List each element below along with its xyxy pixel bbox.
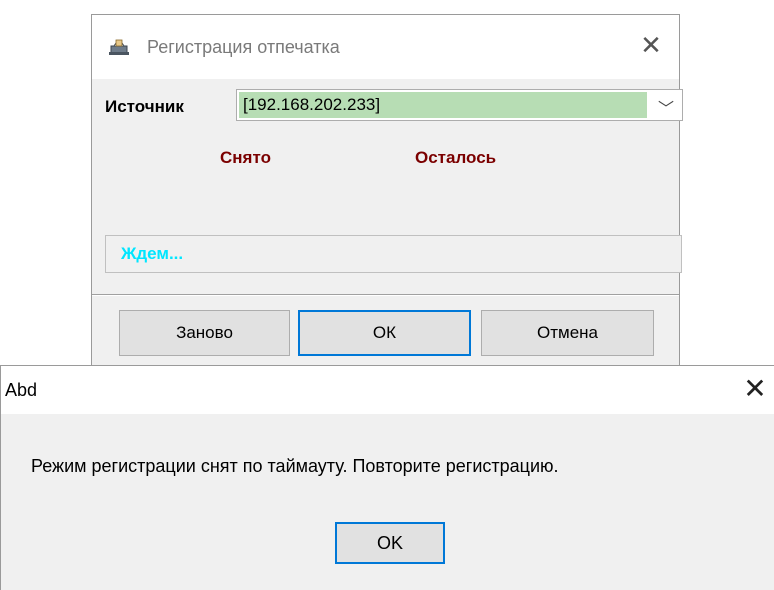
source-dropdown[interactable]: [192.168.202.233] ﹀ <box>236 89 683 121</box>
close-icon[interactable]: ✕ <box>739 372 771 406</box>
status-text: Ждем... <box>121 244 184 263</box>
registration-window-title: Регистрация отпечатка <box>147 37 340 57</box>
ok-button[interactable]: ОК <box>298 310 471 356</box>
message-box-titlebar[interactable]: Abd ✕ <box>1 366 774 414</box>
message-box-title: Abd <box>5 380 38 400</box>
message-box: Abd ✕ Режим регистрации снят по таймауту… <box>0 365 774 590</box>
fingerprint-scanner-icon <box>108 36 130 56</box>
chevron-down-icon[interactable]: ﹀ <box>658 95 674 119</box>
close-icon[interactable]: ✕ <box>637 31 665 59</box>
message-text: Режим регистрации снят по таймауту. Повт… <box>31 456 559 476</box>
cancel-button[interactable]: Отмена <box>481 310 654 356</box>
registration-window: Регистрация отпечатка ✕ Источник [192.16… <box>91 14 683 366</box>
divider-highlight <box>92 295 679 296</box>
again-button[interactable]: Заново <box>119 310 290 356</box>
source-dropdown-value[interactable]: [192.168.202.233] <box>239 92 647 118</box>
remaining-label: Осталось <box>415 148 497 167</box>
taken-label: Снято <box>220 148 271 167</box>
status-panel: Ждем... <box>105 235 682 273</box>
message-ok-button[interactable]: OK <box>335 522 445 564</box>
registration-titlebar[interactable]: Регистрация отпечатка ✕ <box>92 15 679 79</box>
source-label: Источник <box>105 97 184 116</box>
